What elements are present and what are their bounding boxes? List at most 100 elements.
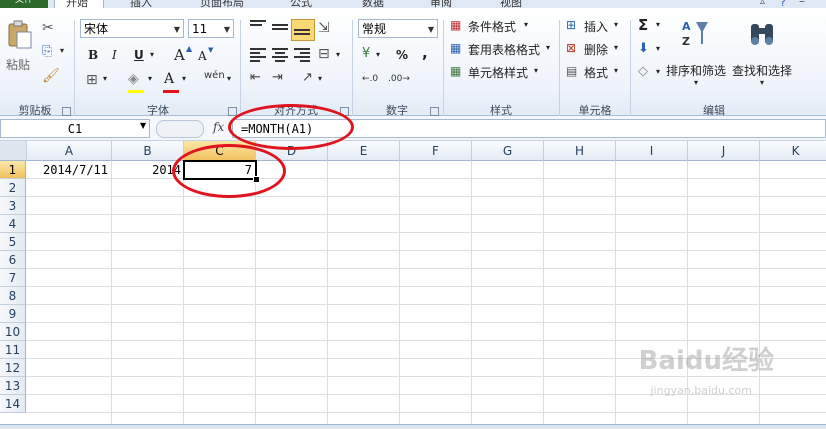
insert-function-button[interactable]: fx: [213, 120, 224, 134]
clipboard-launcher-icon[interactable]: [62, 107, 71, 116]
phonetic-dropdown-icon[interactable]: ▾: [227, 74, 231, 83]
chevron-down-icon[interactable]: ▼: [428, 20, 434, 39]
sort-dropdown-icon[interactable]: ▾: [694, 78, 698, 87]
autosum-dropdown-icon[interactable]: ▾: [656, 20, 660, 29]
sort-filter-icon[interactable]: A Z: [680, 18, 710, 53]
comma-button[interactable]: ,: [422, 44, 428, 62]
name-box-dropdown-icon[interactable]: ▼: [140, 121, 146, 130]
window-minimize-icon[interactable]: –: [799, 0, 805, 8]
tab-view[interactable]: 视图: [500, 0, 522, 8]
align-center-icon[interactable]: [272, 48, 288, 62]
delete-button[interactable]: 删除: [584, 41, 608, 58]
chevron-down-icon[interactable]: ▼: [224, 20, 230, 39]
copy-icon[interactable]: ⎘: [42, 44, 52, 59]
cut-icon[interactable]: ✂: [42, 20, 54, 36]
find-select-icon[interactable]: [748, 20, 776, 51]
row-header-6[interactable]: 6: [0, 251, 26, 269]
format-painter-icon[interactable]: 🖌: [42, 68, 60, 84]
phonetic-icon[interactable]: wén: [204, 70, 225, 81]
file-tab[interactable]: 文件: [0, 0, 48, 8]
name-box[interactable]: C1: [0, 119, 150, 138]
ribbon-minimize-icon[interactable]: ▵: [760, 0, 765, 7]
row-header-8[interactable]: 8: [0, 287, 26, 305]
row-header-5[interactable]: 5: [0, 233, 26, 251]
currency-icon[interactable]: ¥: [362, 46, 370, 61]
clear-icon[interactable]: ◇: [638, 64, 648, 79]
shrink-font-button[interactable]: A: [198, 49, 207, 63]
clear-dropdown-icon[interactable]: ▾: [656, 67, 660, 76]
cell-b1[interactable]: 2014: [113, 161, 181, 179]
font-size-combo[interactable]: 11 ▼: [188, 19, 234, 38]
cell-a1[interactable]: 2014/7/11: [28, 161, 108, 179]
tab-data[interactable]: 数据: [362, 0, 384, 8]
number-launcher-icon[interactable]: [430, 107, 439, 116]
column-header-g[interactable]: G: [472, 141, 544, 161]
align-left-icon[interactable]: [250, 48, 266, 62]
chevron-down-icon[interactable]: ▼: [174, 20, 180, 39]
paste-label[interactable]: 粘贴: [6, 56, 30, 73]
tab-home-label[interactable]: 开始: [66, 0, 88, 8]
column-header-b[interactable]: B: [112, 141, 184, 161]
select-all-corner[interactable]: [0, 141, 27, 161]
increase-decimal-icon[interactable]: ←.0: [362, 74, 378, 84]
number-format-combo[interactable]: 常规 ▼: [358, 19, 438, 38]
grow-font-button[interactable]: A: [174, 46, 185, 64]
fill-dropdown-icon[interactable]: ▾: [656, 44, 660, 53]
font-color-button[interactable]: A: [164, 71, 174, 87]
format-dropdown-icon[interactable]: ▾: [614, 66, 618, 75]
merge-center-icon[interactable]: ⊟: [318, 46, 330, 62]
row-header-13[interactable]: 13: [0, 377, 26, 395]
increase-indent-icon[interactable]: ⇥: [272, 70, 283, 85]
bold-button[interactable]: B: [88, 48, 98, 62]
orientation-icon[interactable]: ↗: [302, 70, 313, 85]
merge-dropdown-icon[interactable]: ▾: [336, 50, 340, 59]
underline-dropdown-icon[interactable]: ▾: [150, 50, 154, 59]
conditional-dropdown-icon[interactable]: ▾: [524, 20, 528, 29]
fill-color-icon[interactable]: ◈: [128, 71, 139, 87]
sort-filter-button[interactable]: 排序和筛选: [666, 62, 726, 79]
font-name-combo[interactable]: 宋体 ▼: [80, 19, 184, 38]
row-header-4[interactable]: 4: [0, 215, 26, 233]
decrease-decimal-icon[interactable]: .00→: [388, 74, 410, 84]
tab-page-layout[interactable]: 页面布局: [200, 0, 244, 8]
row-header-10[interactable]: 10: [0, 323, 26, 341]
formula-bar-expand-handle[interactable]: [156, 120, 204, 138]
format-as-table-button[interactable]: 套用表格格式: [468, 41, 540, 58]
fill-down-icon[interactable]: ⬇: [638, 41, 649, 56]
table-dropdown-icon[interactable]: ▾: [546, 43, 550, 52]
column-header-e[interactable]: E: [328, 141, 400, 161]
column-header-i[interactable]: I: [616, 141, 688, 161]
row-header-2[interactable]: 2: [0, 179, 26, 197]
paste-button[interactable]: [6, 20, 32, 53]
tab-review[interactable]: 审阅: [430, 0, 452, 8]
row-header-14[interactable]: 14: [0, 395, 26, 413]
sheet-tab-bar[interactable]: [0, 424, 826, 429]
italic-button[interactable]: I: [112, 48, 117, 62]
orientation-dropdown-icon[interactable]: ▾: [318, 74, 322, 83]
row-header-11[interactable]: 11: [0, 341, 26, 359]
column-header-k[interactable]: K: [760, 141, 826, 161]
row-header-1[interactable]: 1: [0, 161, 26, 179]
column-header-a[interactable]: A: [27, 141, 112, 161]
conditional-format-button[interactable]: 条件格式: [468, 18, 516, 35]
row-header-9[interactable]: 9: [0, 305, 26, 323]
align-top-icon[interactable]: [250, 20, 266, 34]
row-header-12[interactable]: 12: [0, 359, 26, 377]
column-header-j[interactable]: J: [688, 141, 760, 161]
column-header-f[interactable]: F: [400, 141, 472, 161]
underline-button[interactable]: U: [134, 48, 144, 62]
row-header-3[interactable]: 3: [0, 197, 26, 215]
worksheet-grid[interactable]: A B C D E F G H I J K 1 2 3 4 5 6 7 8 9 …: [0, 141, 826, 424]
insert-button[interactable]: 插入: [584, 18, 608, 35]
currency-dropdown-icon[interactable]: ▾: [376, 50, 380, 59]
fill-dropdown-icon[interactable]: ▾: [148, 74, 152, 83]
font-color-dropdown-icon[interactable]: ▾: [182, 74, 186, 83]
border-icon[interactable]: ⊞: [86, 72, 98, 88]
border-dropdown-icon[interactable]: ▾: [103, 74, 107, 83]
autosum-button[interactable]: Σ: [638, 16, 648, 34]
column-header-h[interactable]: H: [544, 141, 616, 161]
tab-formulas[interactable]: 公式: [290, 0, 312, 8]
row-header-7[interactable]: 7: [0, 269, 26, 287]
wrap-text-icon[interactable]: ⇲: [318, 20, 330, 36]
cell-styles-dropdown-icon[interactable]: ▾: [534, 66, 538, 75]
